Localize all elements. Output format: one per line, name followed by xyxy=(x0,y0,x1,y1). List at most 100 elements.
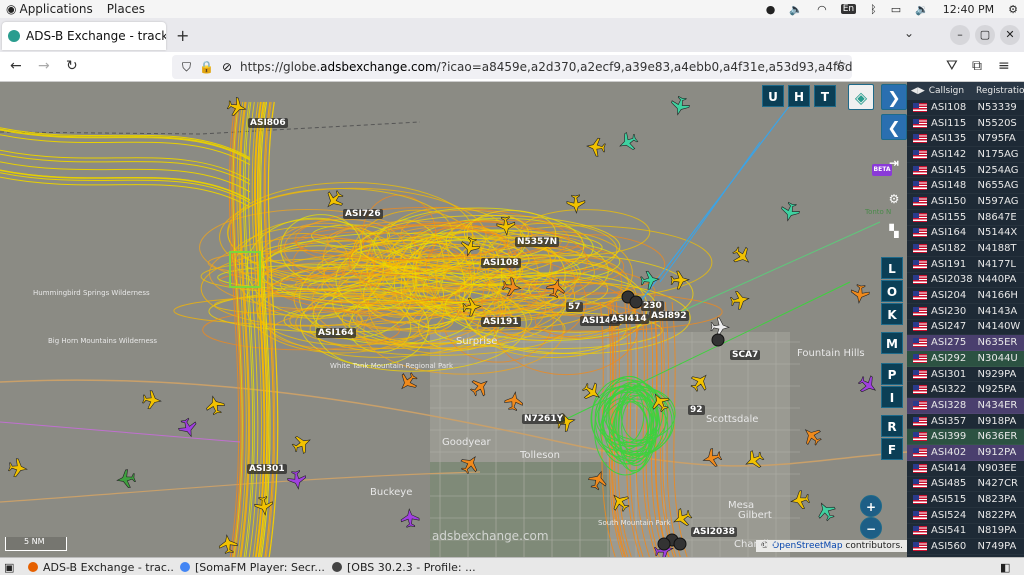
table-row[interactable]: ASI230 N4143A xyxy=(907,304,1024,320)
map-button-h[interactable]: H xyxy=(788,85,810,107)
aircraft-shape[interactable] xyxy=(640,270,660,290)
table-row[interactable]: ASI414 N903EE xyxy=(907,461,1024,477)
aircraft-shape[interactable] xyxy=(400,508,420,528)
table-row[interactable]: ASI108 N53339 xyxy=(907,100,1024,116)
column-registration[interactable]: Registration xyxy=(976,86,1024,96)
table-row[interactable]: ASI515 N823PA xyxy=(907,492,1024,508)
layers-icon[interactable]: ◈ xyxy=(848,84,874,110)
table-row[interactable]: ASI145 N254AG xyxy=(907,163,1024,179)
tab-adsb-exchange[interactable]: ADS-B Exchange - track a ✕ xyxy=(2,22,166,50)
show-desktop-icon[interactable]: ▣ xyxy=(4,559,14,575)
flight-label[interactable]: ASI806 xyxy=(248,118,288,128)
aircraft-shape[interactable] xyxy=(669,95,691,117)
taskbar-item-firefox[interactable]: ADS-B Exchange - trac... xyxy=(28,559,173,575)
back-icon[interactable]: ← xyxy=(10,58,22,74)
aircraft-shape[interactable] xyxy=(855,372,880,397)
flight-label[interactable]: ASI301 xyxy=(247,464,287,474)
table-row[interactable]: ASI142 N175AG xyxy=(907,147,1024,163)
panel-toggle-icon[interactable]: ◀▶ xyxy=(907,86,929,96)
aircraft-shape[interactable] xyxy=(790,490,811,511)
minimize-button[interactable]: – xyxy=(950,25,970,45)
flight-label[interactable]: N5357N xyxy=(515,237,560,247)
map-button-m[interactable]: M xyxy=(881,332,903,354)
flight-label[interactable]: ASI164 xyxy=(316,328,356,338)
app-indicator-icon[interactable]: ● xyxy=(766,3,776,16)
tab-list-chevron-icon[interactable]: ⌄ xyxy=(904,26,914,40)
expand-right-icon[interactable]: ❯ xyxy=(881,84,907,110)
taskbar-item-somafm[interactable]: [SomaFM Player: Secr... xyxy=(180,559,325,575)
close-window-button[interactable]: ✕ xyxy=(1000,25,1020,45)
table-row[interactable]: ASI292 N3044U xyxy=(907,351,1024,367)
table-row[interactable]: ASI322 N925PA xyxy=(907,382,1024,399)
maximize-button[interactable]: ▢ xyxy=(975,25,995,45)
flight-label[interactable]: 57 xyxy=(566,302,583,312)
menu-icon[interactable]: ≡ xyxy=(998,58,1010,74)
flight-label[interactable]: 92 xyxy=(688,405,705,415)
flight-label[interactable]: ASI892 xyxy=(649,311,689,321)
address-bar[interactable]: ⛉ 🔒 ⊘ https://globe.adsbexchange.com/?ic… xyxy=(172,55,852,79)
reload-icon[interactable]: ↻ xyxy=(66,58,78,74)
map-canvas[interactable] xyxy=(0,82,907,557)
table-row[interactable]: ASI247 N4140W xyxy=(907,320,1024,336)
aircraft-shape[interactable] xyxy=(8,458,28,478)
keyboard-layout-indicator[interactable]: En xyxy=(840,4,857,14)
map-button-r[interactable]: R xyxy=(881,415,903,437)
column-callsign[interactable]: Callsign xyxy=(929,86,976,96)
table-row[interactable]: ASI148 N655AG xyxy=(907,178,1024,195)
flight-label[interactable]: SCA7 xyxy=(730,350,761,360)
table-row[interactable]: ASI115 N5520S xyxy=(907,116,1024,132)
stats-icon[interactable]: ▚ xyxy=(883,220,905,242)
beta-badge[interactable]: BETA xyxy=(872,164,892,176)
aircraft-shape[interactable] xyxy=(814,499,839,524)
table-row[interactable]: ASI164 N5144X xyxy=(907,226,1024,242)
flight-label[interactable]: ASI414 xyxy=(609,314,649,324)
wifi-icon[interactable]: ◠ xyxy=(817,3,827,16)
tracking-protection-icon[interactable]: ⊘ xyxy=(222,60,232,74)
table-row[interactable]: ASI357 N918PA xyxy=(907,414,1024,430)
openstreetmap-link[interactable]: OpenStreetMap xyxy=(772,541,842,551)
lock-icon[interactable]: 🔒 xyxy=(199,60,214,74)
workspace-switcher-icon[interactable]: ◧ xyxy=(1000,559,1010,575)
aircraft-shape[interactable] xyxy=(799,423,824,448)
aircraft-shape[interactable] xyxy=(730,290,751,311)
aircraft-shape[interactable] xyxy=(204,394,226,416)
pocket-icon[interactable]: ⛛ xyxy=(946,58,958,74)
aircraft-shape[interactable] xyxy=(779,201,801,223)
applications-menu[interactable]: ◉ Applications xyxy=(6,2,93,16)
table-row[interactable]: ASI560 N749PA xyxy=(907,539,1024,555)
map-button-t[interactable]: T xyxy=(814,85,836,107)
flight-label[interactable]: ASI191 xyxy=(481,317,521,327)
table-row[interactable]: ASI150 N597AG xyxy=(907,194,1024,210)
extensions-icon[interactable]: ⧉ xyxy=(972,58,982,74)
map-button-f[interactable]: F xyxy=(881,438,903,460)
aircraft-shape[interactable] xyxy=(850,284,870,304)
table-row[interactable]: ASI524 N822PA xyxy=(907,508,1024,524)
zoom-out-button[interactable]: − xyxy=(860,517,882,539)
aircraft-shape[interactable] xyxy=(116,469,137,490)
zoom-in-button[interactable]: + xyxy=(860,495,882,517)
flight-label[interactable]: 230 xyxy=(641,301,664,311)
battery-icon[interactable]: ▭ xyxy=(891,3,901,16)
new-tab-button[interactable]: + xyxy=(176,26,189,45)
forward-icon[interactable]: → xyxy=(38,58,50,74)
flight-label[interactable]: ASI108 xyxy=(481,258,521,268)
table-row[interactable]: ASI328 N434ER xyxy=(907,398,1024,414)
table-row[interactable]: ASI275 N635ER xyxy=(907,335,1024,351)
map-button-k[interactable]: K xyxy=(881,303,903,325)
flight-label[interactable]: N7261Y xyxy=(522,414,566,424)
clock[interactable]: 12:40 PM xyxy=(943,3,994,16)
map-button-p[interactable]: P xyxy=(881,363,903,385)
collapse-left-icon[interactable]: ❮ xyxy=(881,114,907,140)
settings-gear-icon[interactable]: ⚙ xyxy=(883,188,905,210)
map-button-l[interactable]: L xyxy=(881,257,903,279)
table-row[interactable]: ASI182 N4188T xyxy=(907,241,1024,257)
sound-icon[interactable]: 🔉 xyxy=(915,3,929,16)
places-menu[interactable]: Places xyxy=(107,2,145,16)
map-button-u[interactable]: U xyxy=(762,85,784,107)
flight-label[interactable]: ASI726 xyxy=(343,209,383,219)
aircraft-shape[interactable] xyxy=(616,130,640,154)
flight-map[interactable]: U H T ◈ ❯ ❮ ⇥ BETA ⚙ ▚ L O K M P I R F +… xyxy=(0,82,907,557)
bluetooth-icon[interactable]: ᛒ xyxy=(870,3,877,16)
aircraft-shape[interactable] xyxy=(176,416,199,439)
table-row[interactable]: ASI135 N795FA xyxy=(907,131,1024,148)
